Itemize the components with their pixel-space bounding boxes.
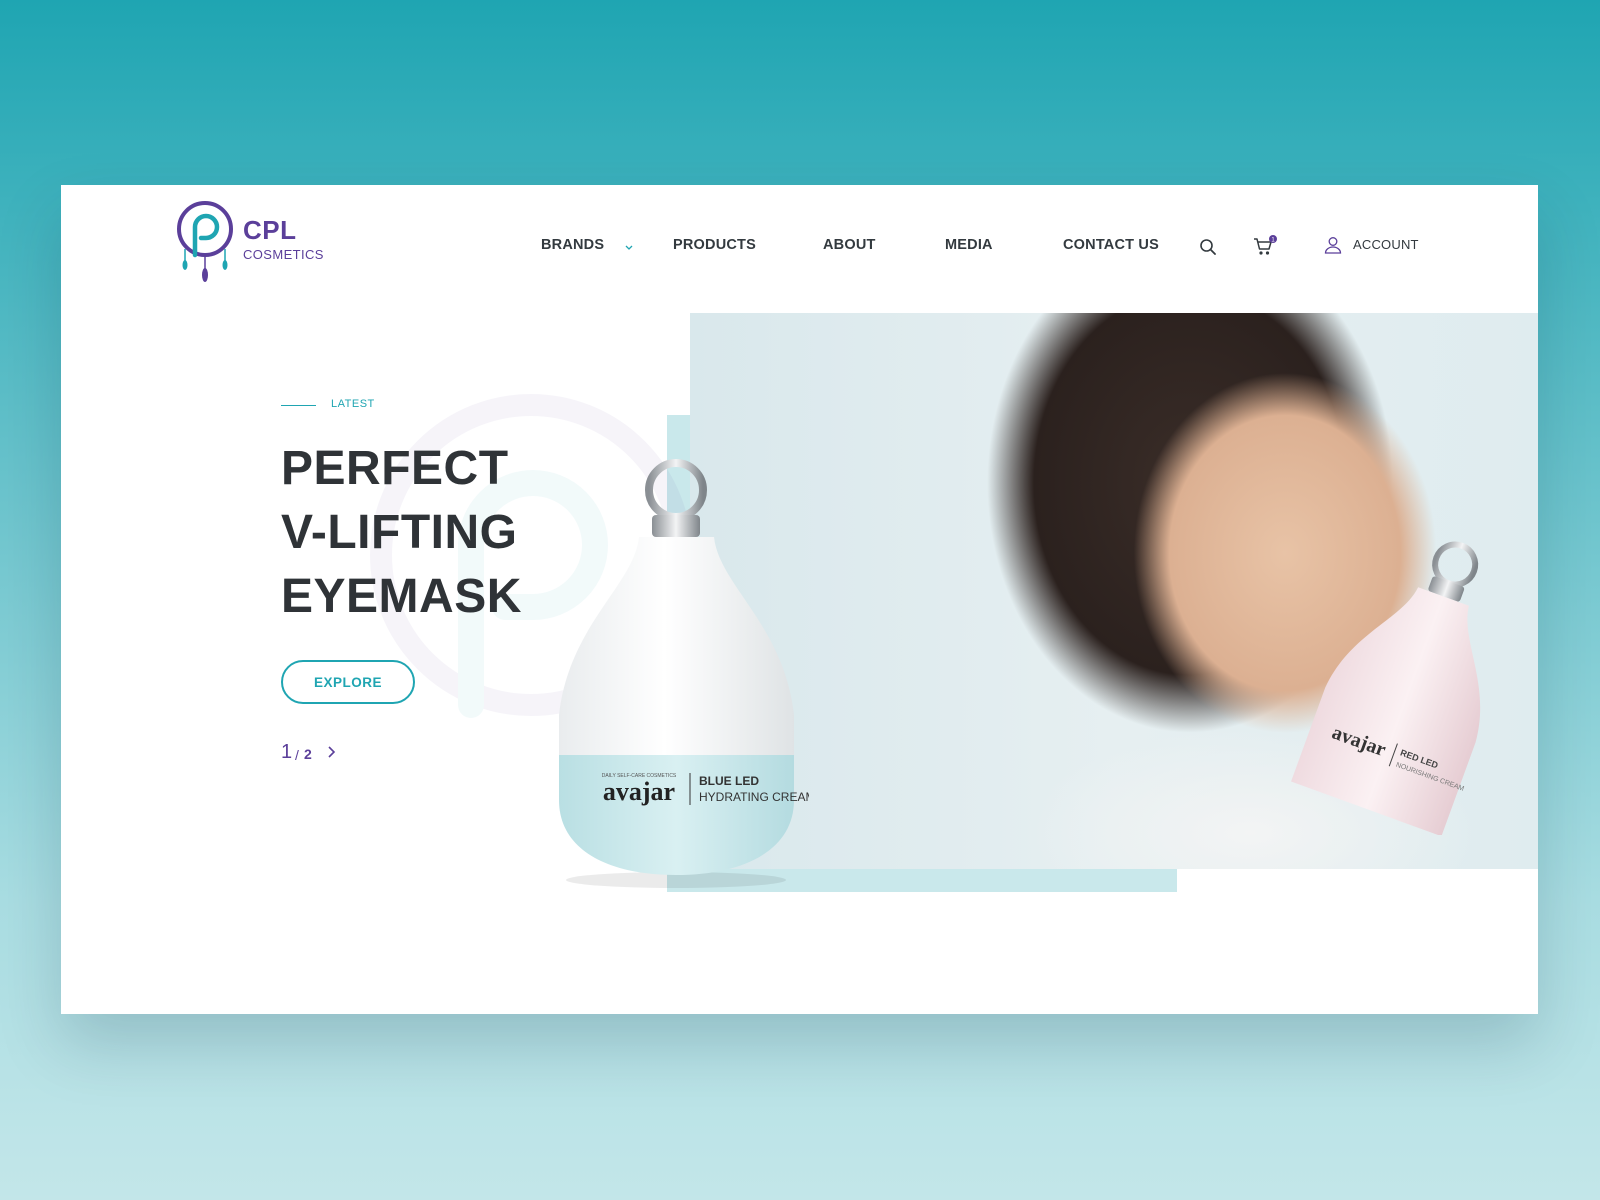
eyebrow-divider <box>281 405 316 406</box>
pager-current: 1 <box>281 741 293 763</box>
hero-title: PERFECT V-LIFTING EYEMASK <box>281 437 522 629</box>
nav-media[interactable]: MEDIA <box>945 237 993 253</box>
red-led-cream-jar: avajar RED LED NOURISHING CREAM <box>1291 541 1481 835</box>
hero-title-line: V-LIFTING <box>281 506 518 559</box>
search-icon[interactable] <box>1199 238 1217 256</box>
user-icon <box>1324 237 1342 254</box>
hero-title-line: PERFECT <box>281 442 509 495</box>
account-label: ACCOUNT <box>1353 237 1419 252</box>
nav-products[interactable]: PRODUCTS <box>673 237 756 253</box>
chevron-right-icon[interactable] <box>325 745 337 759</box>
product-brand-label: avajar <box>603 777 675 806</box>
explore-button[interactable]: EXPLORE <box>281 660 415 704</box>
nav-about[interactable]: ABOUT <box>823 237 876 253</box>
cart-icon[interactable]: 1 <box>1253 235 1279 257</box>
logo-subtitle: COSMETICS <box>243 247 324 262</box>
logo-dreamcatcher-icon <box>177 201 233 282</box>
nav-brands[interactable]: BRANDS <box>541 237 604 253</box>
eyebrow-label: LATEST <box>331 398 375 410</box>
svg-text:HYDRATING CREAM: HYDRATING CREAM <box>699 790 809 804</box>
nav-contact-us[interactable]: CONTACT US <box>1063 237 1159 253</box>
brand-logo[interactable]: CPL COSMETICS <box>176 199 346 289</box>
website-frame: CPL COSMETICS BRANDS PRODUCTS ABOUT MEDI… <box>61 185 1538 1014</box>
chevron-down-icon[interactable] <box>623 242 635 252</box>
blue-led-cream-jar: DAILY SELF-CARE COSMETICS avajar BLUE LE… <box>559 459 809 888</box>
pager-total: 2 <box>304 746 312 762</box>
pager-separator: / <box>295 747 299 763</box>
logo-title: CPL <box>243 215 297 245</box>
hero-title-line: EYEMASK <box>281 570 522 623</box>
svg-text:BLUE LED: BLUE LED <box>699 774 759 788</box>
